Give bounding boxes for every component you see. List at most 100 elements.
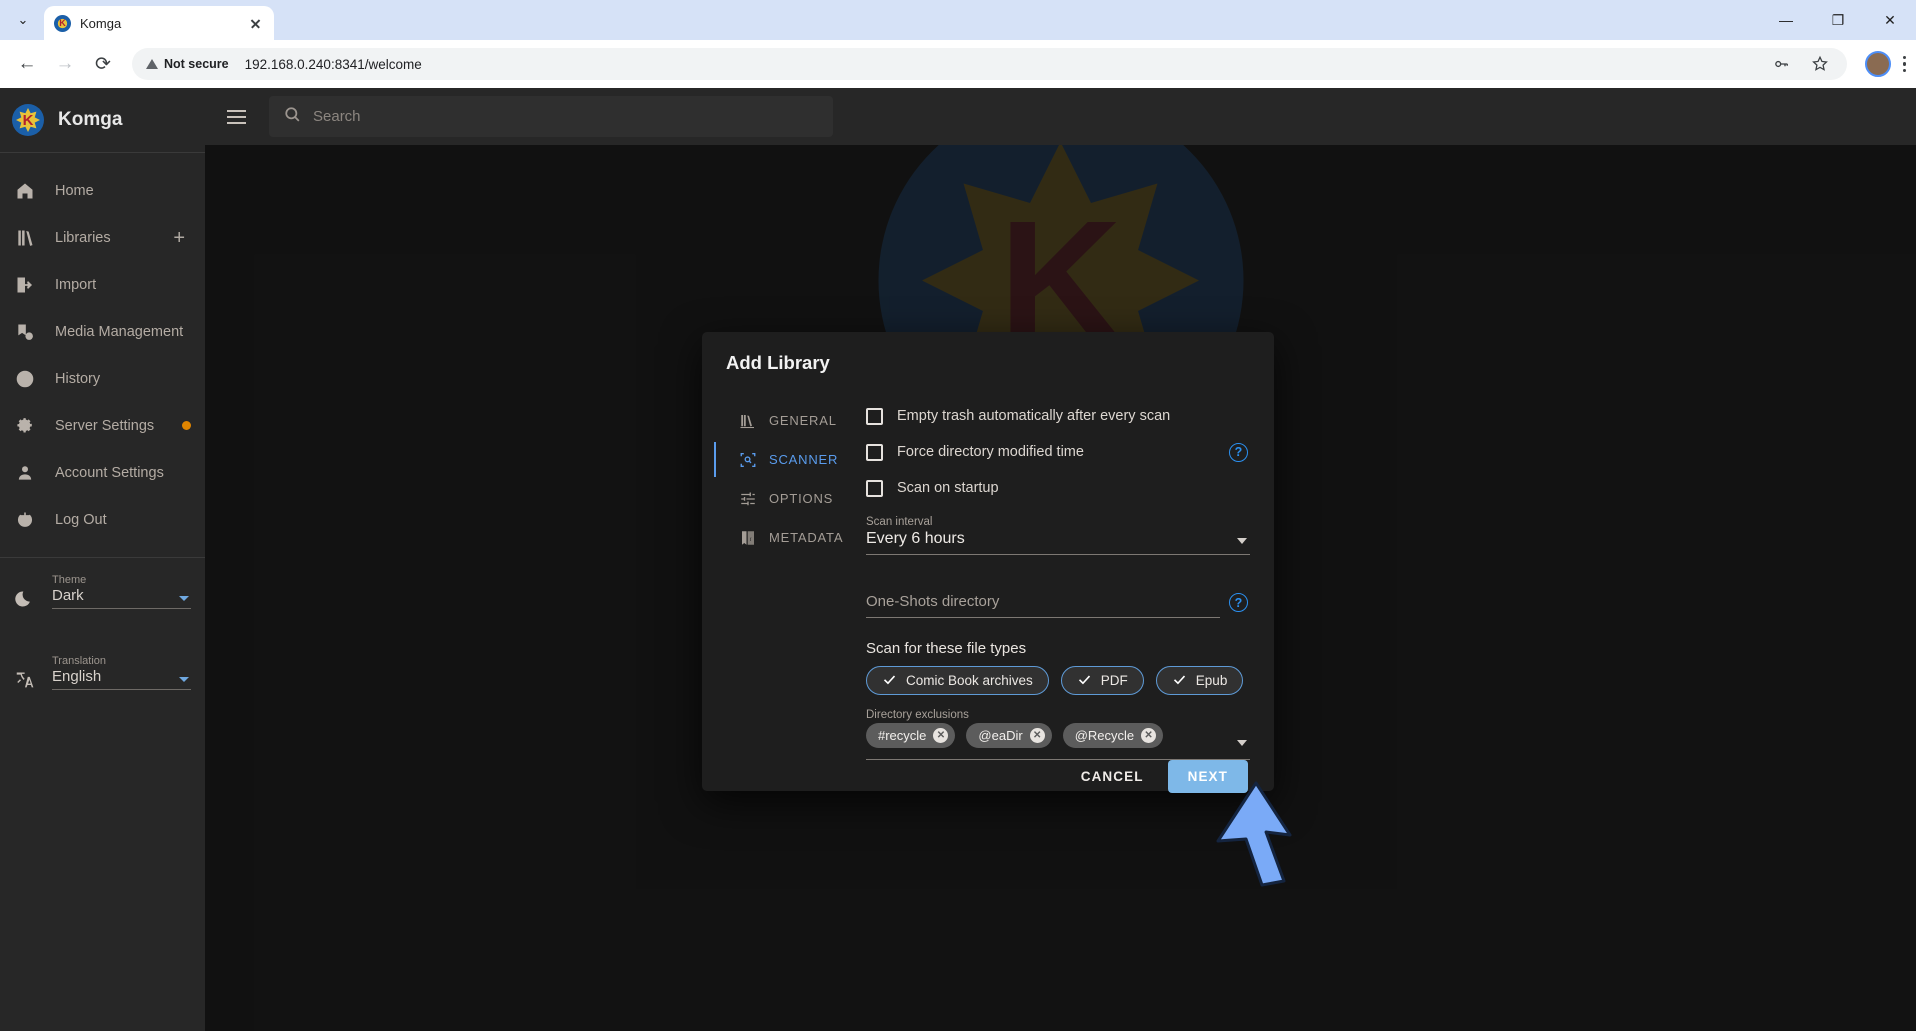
checkbox-row-scan-on-startup[interactable]: Scan on startup [866, 470, 1250, 506]
next-button[interactable]: NEXT [1167, 760, 1248, 793]
address-bar-url: 192.168.0.240:8341/welcome [244, 56, 422, 72]
scan-interval-field[interactable]: Scan interval Every 6 hours [866, 516, 1250, 555]
remove-chip-icon[interactable]: ✕ [933, 728, 949, 743]
tab-label: SCANNER [769, 452, 839, 467]
tab-general[interactable]: GENERAL [726, 401, 854, 440]
empty-trash-checkbox[interactable] [866, 407, 883, 425]
exclusion-chip-label: #recycle [878, 728, 927, 743]
file-types-title: Scan for these file types [866, 640, 1027, 657]
power-icon [14, 509, 36, 531]
window-maximize-button[interactable]: ❐ [1812, 0, 1864, 40]
browser-toolbar: ← → ⟳ Not secure 192.168.0.240:8341/welc… [0, 40, 1916, 88]
window-minimize-button[interactable]: — [1760, 0, 1812, 40]
dialog-title: Add Library [726, 352, 830, 373]
sidebar-item-label: Libraries [55, 229, 111, 246]
exclusion-chip-group: #recycle ✕ @eaDir ✕ @Recycle ✕ [866, 723, 1250, 753]
directory-exclusions-field[interactable]: Directory exclusions #recycle ✕ @eaDir ✕ [866, 709, 1250, 760]
checkbox-row-empty-trash[interactable]: Empty trash automatically after every sc… [866, 398, 1250, 434]
exclusion-chip[interactable]: @Recycle ✕ [1062, 723, 1164, 748]
password-key-icon[interactable] [1769, 51, 1795, 77]
library-icon [738, 411, 757, 430]
sidebar-item-media-management[interactable]: Media Management [0, 308, 205, 355]
profile-avatar[interactable] [1864, 51, 1891, 77]
komga-favicon-icon [54, 14, 71, 32]
theme-select[interactable]: Theme Dark [52, 574, 191, 609]
add-library-button[interactable]: + [173, 228, 185, 248]
chip-label: Comic Book archives [906, 673, 1033, 688]
exclusion-chip[interactable]: #recycle ✕ [866, 723, 956, 748]
security-status-label: Not secure [164, 57, 229, 71]
checkbox-row-force-dir-mtime[interactable]: Force directory modified time ? [866, 434, 1250, 470]
scanner-panel: Empty trash automatically after every sc… [854, 398, 1250, 760]
forward-button[interactable]: → [48, 47, 82, 81]
exclusion-chip-label: @Recycle [1074, 728, 1135, 743]
one-shots-placeholder: One-Shots directory [866, 593, 1000, 610]
tab-search-chevron-icon[interactable]: ⌄ [6, 3, 40, 37]
scan-on-startup-checkbox[interactable] [866, 479, 883, 497]
search-input[interactable]: Search [269, 96, 833, 137]
browser-tab[interactable]: Komga [44, 6, 274, 40]
translation-selector-row: Translation English [0, 639, 205, 692]
sidebar-item-log-out[interactable]: Log Out [0, 496, 205, 543]
chevron-down-icon[interactable] [1237, 740, 1247, 746]
tab-label: METADATA [769, 530, 844, 545]
chip-epub[interactable]: Epub [1155, 666, 1244, 695]
chip-pdf[interactable]: PDF [1060, 666, 1144, 695]
search-placeholder: Search [313, 108, 361, 125]
sidebar-item-account-settings[interactable]: Account Settings [0, 449, 205, 496]
translation-label: Translation [52, 655, 107, 667]
check-icon [882, 672, 897, 690]
bookmark-star-icon[interactable] [1807, 51, 1833, 77]
tab-options[interactable]: OPTIONS [726, 479, 854, 518]
tab-metadata[interactable]: i METADATA [726, 518, 854, 557]
tab-label: OPTIONS [769, 491, 834, 506]
chevron-down-icon[interactable] [179, 596, 189, 601]
sidebar-item-server-settings[interactable]: Server Settings [0, 402, 205, 449]
remove-chip-icon[interactable]: ✕ [1029, 728, 1045, 743]
back-button[interactable]: ← [10, 47, 44, 81]
brand[interactable]: Komga [0, 88, 205, 153]
sidebar-item-home[interactable]: Home [0, 167, 205, 214]
chrome-menu-kebab-icon[interactable] [1902, 55, 1906, 73]
omnibox-actions [1769, 51, 1833, 77]
force-directory-modified-time-checkbox[interactable] [866, 443, 883, 461]
exclusion-chip-label: @eaDir [978, 728, 1023, 743]
sidebar-item-label: History [55, 370, 101, 387]
person-icon [14, 462, 36, 484]
brand-name: Komga [58, 109, 123, 130]
sidebar: Komga Home Libraries + [0, 88, 205, 1031]
media-gear-icon [14, 321, 36, 343]
home-icon [14, 180, 36, 202]
remove-chip-icon[interactable]: ✕ [1141, 728, 1157, 743]
scan-interval-label: Scan interval [866, 516, 933, 528]
gear-icon [14, 415, 36, 437]
check-icon [1172, 672, 1187, 690]
one-shots-directory-field[interactable]: One-Shots directory ? [866, 585, 1250, 618]
tab-close-icon[interactable] [247, 15, 264, 32]
status-badge-dot [182, 421, 191, 430]
hamburger-icon[interactable] [219, 100, 253, 134]
chevron-down-icon[interactable] [1237, 538, 1247, 544]
window-close-button[interactable]: ✕ [1864, 0, 1916, 40]
help-icon[interactable]: ? [1229, 442, 1248, 462]
main-content: Search Add Library GENERAL [205, 88, 1916, 1031]
security-status[interactable]: Not secure [146, 57, 229, 71]
theme-selector-row: Theme Dark [0, 558, 205, 611]
sidebar-item-history[interactable]: History [0, 355, 205, 402]
tab-scanner[interactable]: SCANNER [714, 440, 854, 479]
translation-select[interactable]: Translation English [52, 655, 191, 690]
sidebar-item-import[interactable]: Import [0, 261, 205, 308]
sidebar-item-label: Account Settings [55, 464, 164, 481]
exclusion-chip[interactable]: @eaDir ✕ [966, 723, 1052, 748]
reload-button[interactable]: ⟳ [86, 47, 120, 81]
checkbox-label: Force directory modified time [897, 444, 1084, 460]
cancel-button[interactable]: CANCEL [1067, 760, 1158, 793]
address-bar[interactable]: Not secure 192.168.0.240:8341/welcome [132, 48, 1847, 80]
chip-comic-book-archives[interactable]: Comic Book archives [866, 666, 1049, 695]
clock-icon [14, 368, 36, 390]
dialog-body: GENERAL SCANNER OPTIONS i METADATA Empty… [714, 398, 1250, 760]
chevron-down-icon[interactable] [179, 677, 189, 682]
directory-exclusions-label: Directory exclusions [866, 709, 969, 721]
help-icon[interactable]: ? [1229, 593, 1248, 612]
sidebar-item-libraries[interactable]: Libraries + [0, 214, 205, 261]
